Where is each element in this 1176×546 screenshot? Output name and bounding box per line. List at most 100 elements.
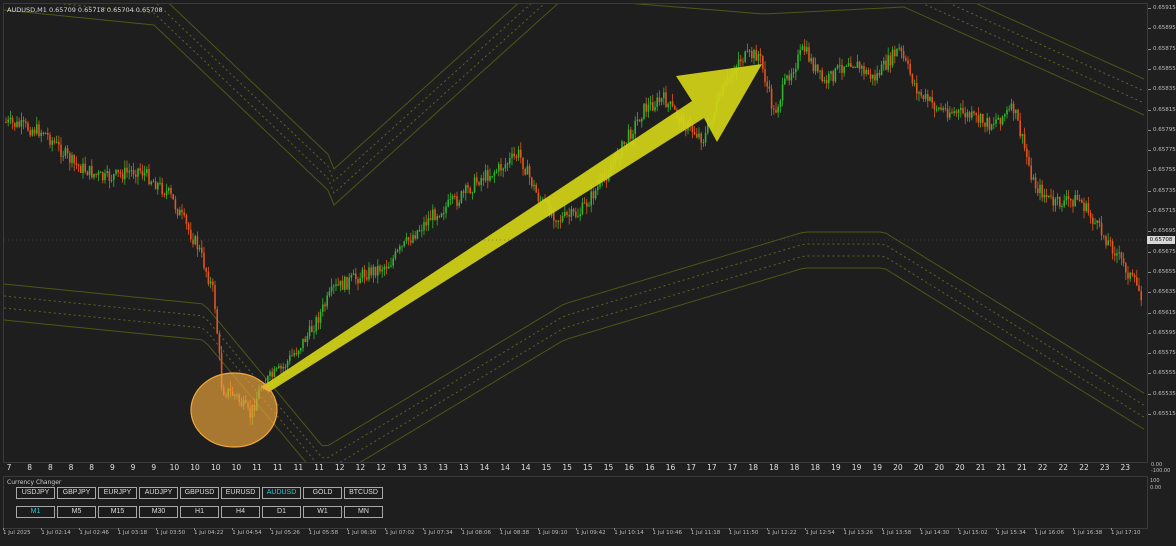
candlestick-chart-svg[interactable] bbox=[4, 4, 1147, 462]
time-tick: 1 Jul 15:02 bbox=[958, 528, 988, 536]
candle-body bbox=[744, 51, 746, 62]
hour-label: 19 bbox=[872, 463, 883, 472]
hour-label: 10 bbox=[169, 463, 180, 472]
price-chart[interactable]: AUDUSD,M1 0.65709 0.65718 0.65704 0.6570… bbox=[3, 3, 1148, 463]
price-tick: 0.65695 bbox=[1148, 228, 1176, 235]
candle-body bbox=[108, 171, 111, 181]
candle-body bbox=[801, 46, 804, 50]
candle-body bbox=[135, 174, 137, 177]
pair-audjpy-button[interactable]: AUDJPY bbox=[139, 487, 178, 499]
currency-changer-panel: Currency Changer USDJPY GBPJPY EURJPY AUDJP… bbox=[3, 476, 1148, 529]
pair-gold-button[interactable]: GOLD bbox=[303, 487, 342, 499]
candle-body bbox=[368, 267, 370, 280]
timeframe-m30-button[interactable]: M30 bbox=[139, 506, 178, 518]
candle-body bbox=[909, 63, 911, 75]
candle-body bbox=[218, 333, 221, 354]
candle-body bbox=[124, 167, 126, 180]
price-axis[interactable]: 0.65915 0.65895 0.65875 0.65855 0.65835 0.658… bbox=[1148, 3, 1176, 461]
time-tick: 1 Jul 04:54 bbox=[232, 528, 262, 536]
candle-body bbox=[1037, 188, 1039, 193]
candle-body bbox=[1076, 195, 1079, 200]
timeframe-m5-button[interactable]: M5 bbox=[57, 506, 96, 518]
candle-body bbox=[348, 277, 350, 290]
candle-body bbox=[341, 280, 344, 290]
candle-body bbox=[982, 114, 984, 123]
timeframe-w1-button[interactable]: W1 bbox=[303, 506, 342, 518]
candle-body bbox=[60, 144, 62, 157]
hour-label: 20 bbox=[893, 463, 903, 472]
price-tick: 0.65615 bbox=[1148, 309, 1176, 316]
hour-label: 20 bbox=[913, 463, 924, 472]
pair-btcusd-button[interactable]: BTCUSD bbox=[344, 487, 383, 499]
hour-label: 18 bbox=[810, 463, 820, 472]
pair-usdjpy-button[interactable]: USDJPY bbox=[16, 487, 55, 499]
trend-arrow-icon bbox=[261, 64, 762, 392]
timeframe-mn-button[interactable]: MN bbox=[344, 506, 383, 518]
candle-body bbox=[73, 155, 75, 164]
time-tick: 1 Jul 12:54 bbox=[805, 528, 835, 536]
candle-body bbox=[476, 177, 478, 183]
candle-body bbox=[528, 166, 531, 178]
pair-audusd-button[interactable]: AUDUSD bbox=[262, 487, 301, 499]
time-tick: 1 Jul 03:50 bbox=[155, 528, 186, 536]
candle-body bbox=[583, 202, 586, 204]
candle-body bbox=[988, 117, 991, 130]
candle-body bbox=[592, 191, 595, 199]
candle-body bbox=[929, 97, 931, 101]
candle-body bbox=[443, 213, 445, 214]
candle-body bbox=[975, 113, 977, 115]
candle-body bbox=[1140, 291, 1142, 301]
candle-body bbox=[359, 278, 361, 284]
timeframe-h1-button[interactable]: H1 bbox=[180, 506, 219, 518]
hour-label: 8 bbox=[47, 463, 53, 472]
candle-body bbox=[977, 115, 980, 123]
candle-body bbox=[179, 209, 181, 216]
candle-body bbox=[847, 63, 850, 67]
candle-body bbox=[280, 366, 282, 369]
candle-body bbox=[638, 119, 641, 122]
hour-label: 9 bbox=[130, 463, 136, 472]
timeframe-d1-button[interactable]: D1 bbox=[262, 506, 301, 518]
candle-body bbox=[328, 291, 331, 296]
time-axis[interactable]: 1 Jul 2025 1 Jul 02:14 1 Jul 02:46 1 Jul 03… bbox=[3, 528, 1146, 544]
candle-body bbox=[740, 59, 742, 62]
hour-label: 13 bbox=[459, 463, 469, 472]
candle-body bbox=[1085, 203, 1087, 212]
pair-eurjpy-button[interactable]: EURJPY bbox=[98, 487, 137, 499]
candle-body bbox=[44, 133, 47, 134]
candle-body bbox=[440, 213, 443, 217]
candle-body bbox=[326, 295, 328, 307]
candle-body bbox=[449, 199, 452, 200]
candle-body bbox=[821, 70, 823, 82]
candle-body bbox=[1074, 195, 1076, 207]
candle-body bbox=[663, 92, 665, 99]
candle-body bbox=[1012, 103, 1015, 114]
candle-body bbox=[858, 61, 861, 69]
timeframe-m15-button[interactable]: M15 bbox=[98, 506, 137, 518]
candle-body bbox=[38, 124, 40, 137]
candle-body bbox=[97, 172, 100, 175]
candle-body bbox=[170, 188, 172, 195]
candle-body bbox=[784, 78, 786, 85]
time-tick: 1 Jul 09:42 bbox=[576, 528, 606, 536]
indicator-axis-bottom: -100.00 bbox=[1151, 468, 1171, 474]
candle-body bbox=[438, 216, 441, 218]
pair-eurusd-button[interactable]: EURUSD bbox=[221, 487, 260, 499]
candle-body bbox=[759, 53, 762, 57]
candle-body bbox=[410, 240, 412, 243]
candle-body bbox=[374, 266, 377, 276]
timeframe-m1-button[interactable]: M1 bbox=[16, 506, 55, 518]
candle-body bbox=[381, 269, 383, 272]
timeframe-h4-button[interactable]: H4 bbox=[221, 506, 260, 518]
candle-body bbox=[531, 177, 533, 187]
hour-label: 15 bbox=[583, 463, 593, 472]
hour-label: 13 bbox=[417, 463, 428, 472]
pair-gbpjpy-button[interactable]: GBPJPY bbox=[57, 487, 96, 499]
candle-body bbox=[1116, 253, 1118, 256]
pair-gbpusd-button[interactable]: GBPUSD bbox=[180, 487, 219, 499]
candle-body bbox=[1063, 200, 1065, 206]
hour-label: 23 bbox=[1120, 463, 1131, 472]
hour-label: 13 bbox=[397, 463, 407, 472]
candle-body bbox=[495, 171, 498, 173]
candle-body bbox=[986, 117, 988, 127]
